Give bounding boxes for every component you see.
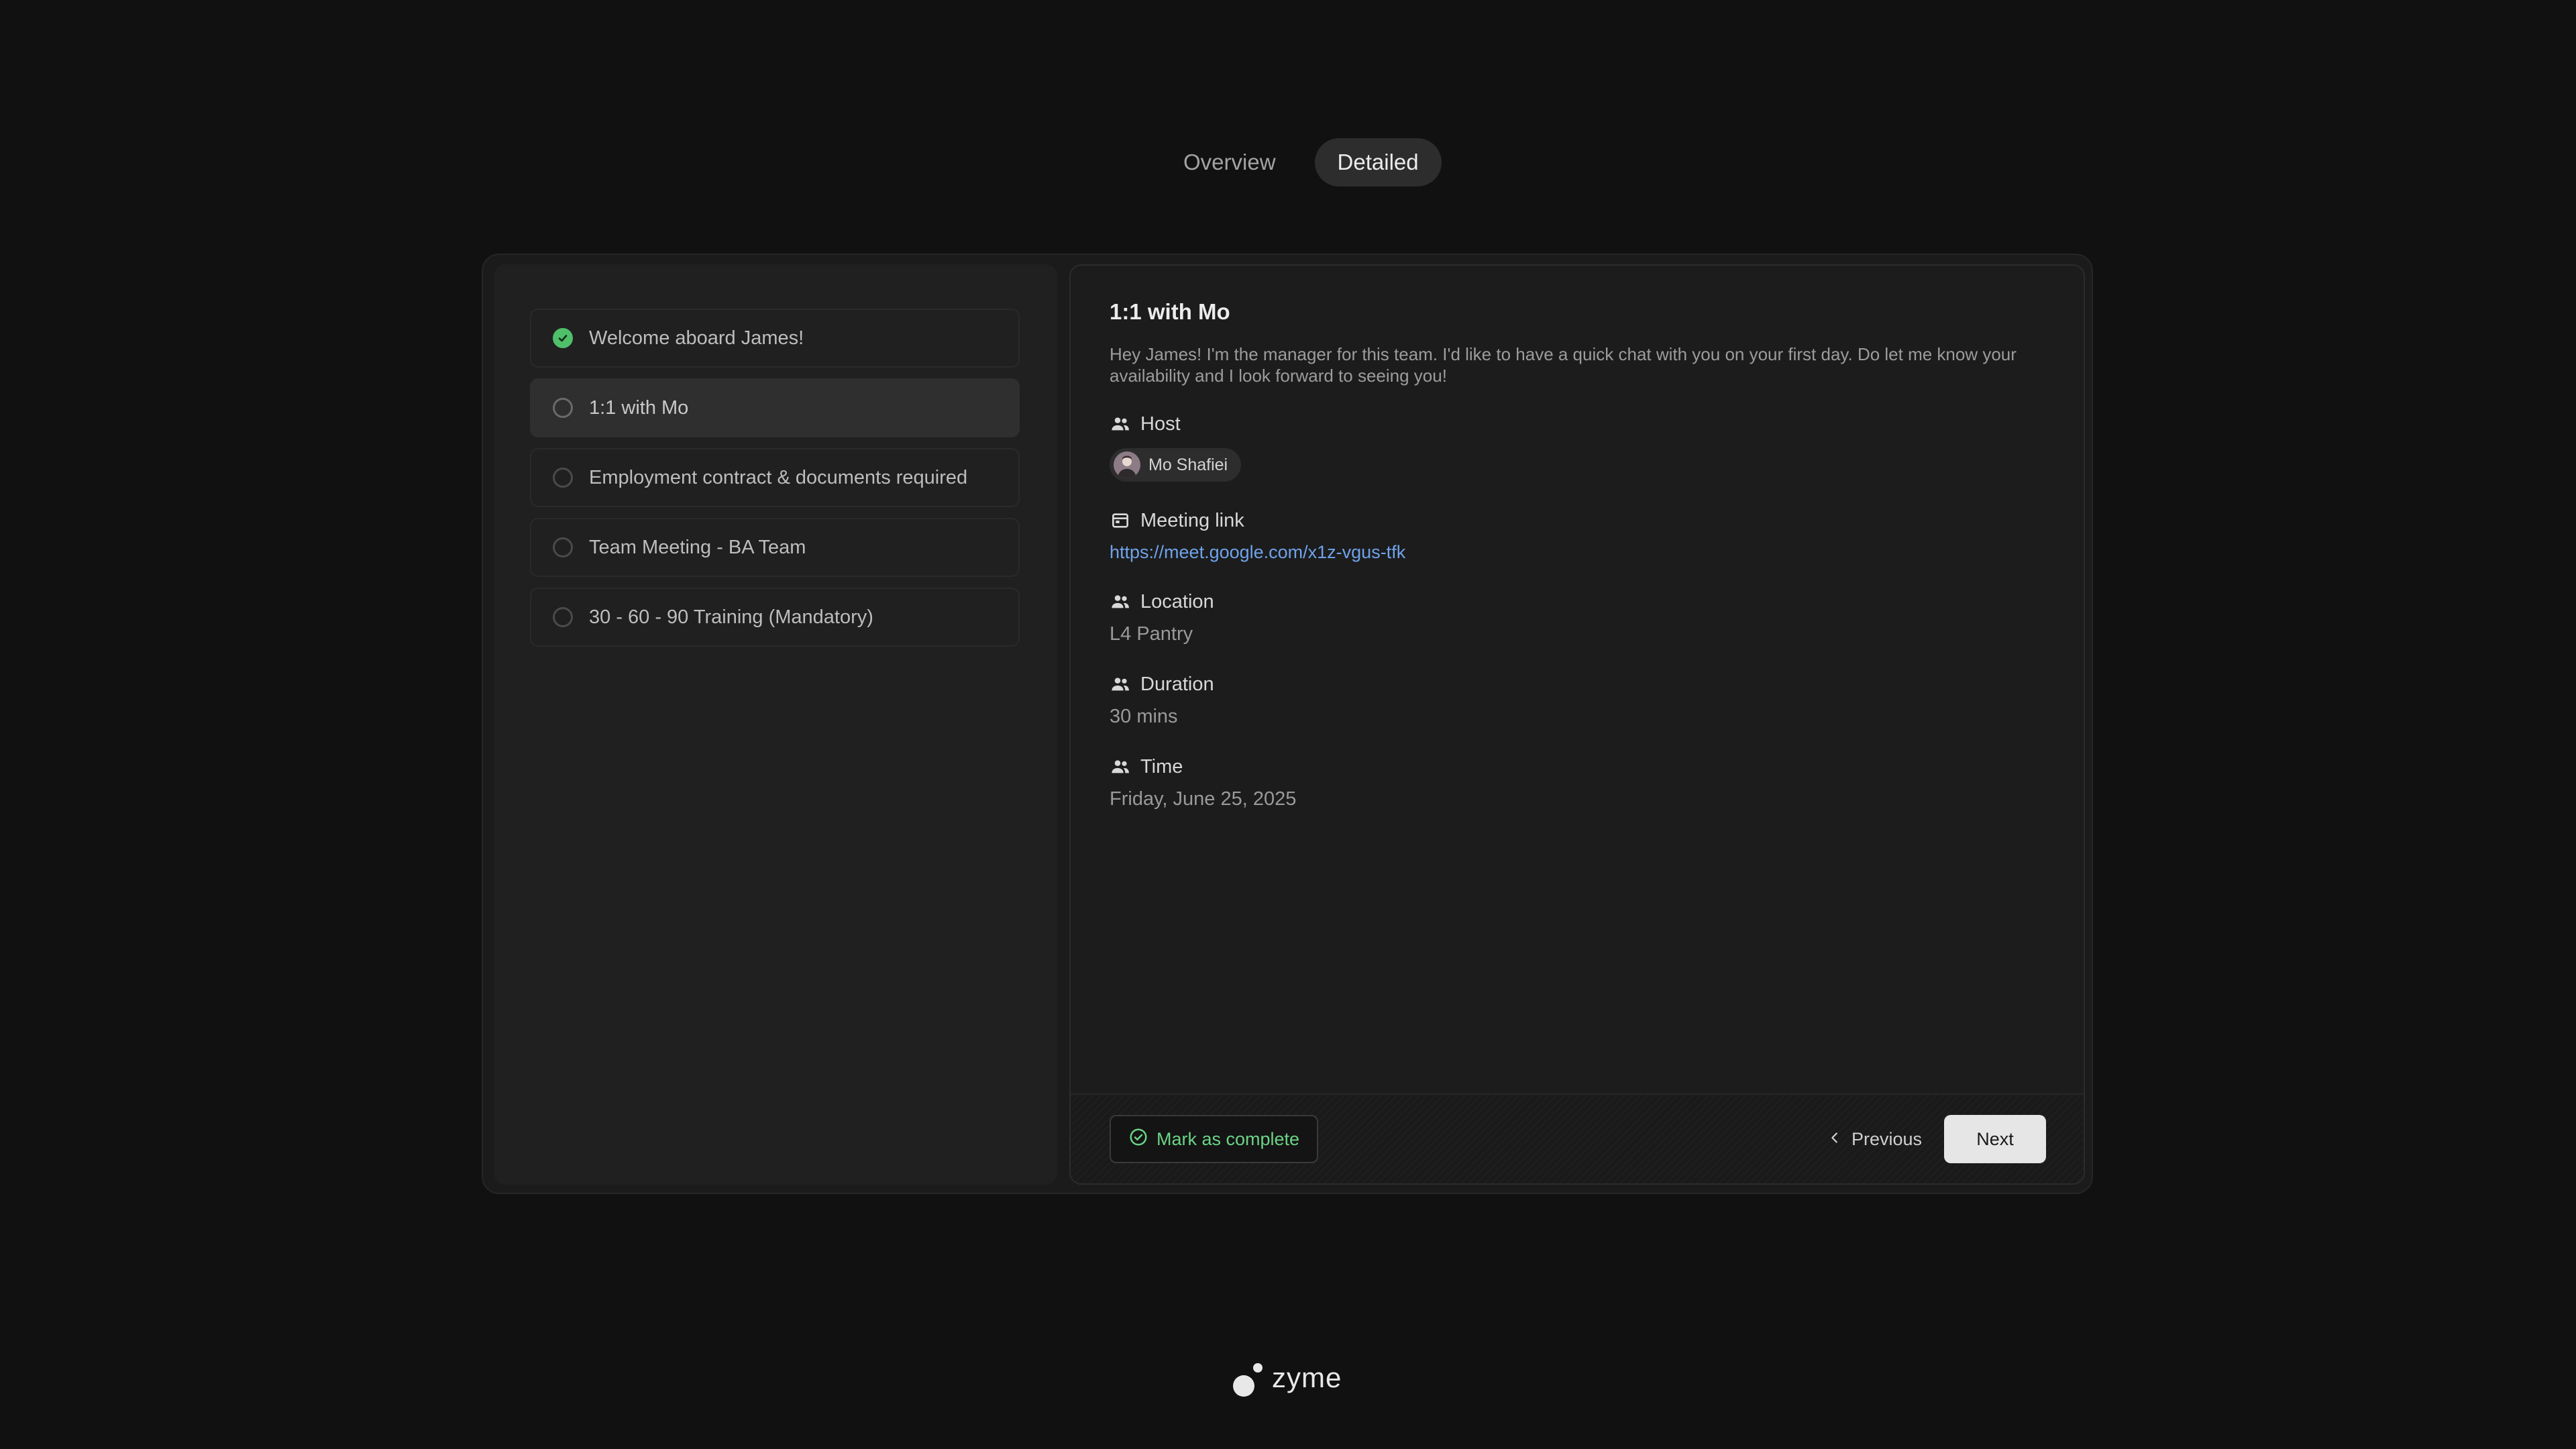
meeting-link[interactable]: https://meet.google.com/x1z-vgus-tfk — [1110, 542, 1405, 563]
logo-mark-icon — [1233, 1359, 1263, 1397]
host-label: Host — [1140, 413, 1181, 435]
time-field: Time Friday, June 25, 2025 — [1110, 753, 2049, 810]
tab-overview[interactable]: Overview — [1161, 138, 1299, 186]
detail-content: 1:1 with Mo Hey James! I'm the manager f… — [1110, 299, 2049, 836]
people-icon — [1110, 413, 1131, 435]
people-icon — [1110, 591, 1131, 612]
view-tabs: Overview Detailed — [1161, 138, 1442, 186]
time-label: Time — [1140, 755, 1183, 777]
next-button[interactable]: Next — [1944, 1115, 2046, 1163]
duration-field: Duration 30 mins — [1110, 671, 2049, 728]
people-icon — [1110, 756, 1131, 777]
time-value: Friday, June 25, 2025 — [1110, 788, 1297, 810]
step-label: Team Meeting - BA Team — [589, 536, 806, 558]
step-item-welcome[interactable]: Welcome aboard James! — [530, 309, 1020, 368]
empty-circle-icon — [553, 607, 573, 627]
people-icon — [1110, 674, 1131, 695]
check-circle-icon — [1128, 1127, 1148, 1152]
step-detail-panel: 1:1 with Mo Hey James! I'm the manager f… — [1069, 264, 2085, 1185]
location-value: L4 Pantry — [1110, 623, 1193, 645]
empty-circle-icon — [553, 537, 573, 557]
detail-description: Hey James! I'm the manager for this team… — [1110, 344, 2017, 386]
empty-circle-icon — [553, 398, 573, 418]
detail-title: 1:1 with Mo — [1110, 299, 1230, 324]
avatar — [1114, 451, 1140, 478]
step-label: 30 - 60 - 90 Training (Mandatory) — [589, 606, 873, 628]
location-label: Location — [1140, 590, 1214, 612]
host-field: Host Mo Shafiei — [1110, 411, 2049, 482]
step-item-team-meeting[interactable]: Team Meeting - BA Team — [530, 518, 1020, 577]
mark-complete-label: Mark as complete — [1157, 1128, 1300, 1149]
onboarding-card: Welcome aboard James! 1:1 with Mo Employ… — [482, 254, 2093, 1194]
step-label: Employment contract & documents required — [589, 466, 968, 488]
action-bar: Mark as complete Previous Next — [1071, 1093, 2084, 1183]
tab-detailed[interactable]: Detailed — [1314, 138, 1442, 186]
step-list-panel: Welcome aboard James! 1:1 with Mo Employ… — [494, 264, 1057, 1185]
location-field: Location L4 Pantry — [1110, 588, 2049, 645]
empty-circle-icon — [553, 468, 573, 488]
step-item-1on1[interactable]: 1:1 with Mo — [530, 378, 1020, 437]
step-label: 1:1 with Mo — [589, 396, 689, 419]
previous-label: Previous — [1851, 1128, 1923, 1149]
meeting-link-label: Meeting link — [1140, 509, 1244, 531]
step-item-employment-contract[interactable]: Employment contract & documents required — [530, 448, 1020, 507]
brand-name: zyme — [1272, 1362, 1342, 1393]
step-item-training[interactable]: 30 - 60 - 90 Training (Mandatory) — [530, 588, 1020, 647]
check-circle-icon — [553, 328, 573, 348]
brand-logo: zyme — [1233, 1359, 1342, 1397]
step-list: Welcome aboard James! 1:1 with Mo Employ… — [530, 309, 1020, 657]
step-label: Welcome aboard James! — [589, 327, 804, 349]
meeting-link-field: Meeting link https://meet.google.com/x1z… — [1110, 507, 2049, 563]
chevron-left-icon — [1827, 1129, 1842, 1150]
previous-button[interactable]: Previous — [1821, 1115, 1929, 1163]
host-chip[interactable]: Mo Shafiei — [1110, 448, 1242, 482]
duration-label: Duration — [1140, 673, 1214, 695]
duration-value: 30 mins — [1110, 706, 1178, 727]
host-name: Mo Shafiei — [1148, 455, 1228, 474]
calendar-icon — [1110, 510, 1131, 531]
mark-complete-button[interactable]: Mark as complete — [1110, 1115, 1319, 1163]
